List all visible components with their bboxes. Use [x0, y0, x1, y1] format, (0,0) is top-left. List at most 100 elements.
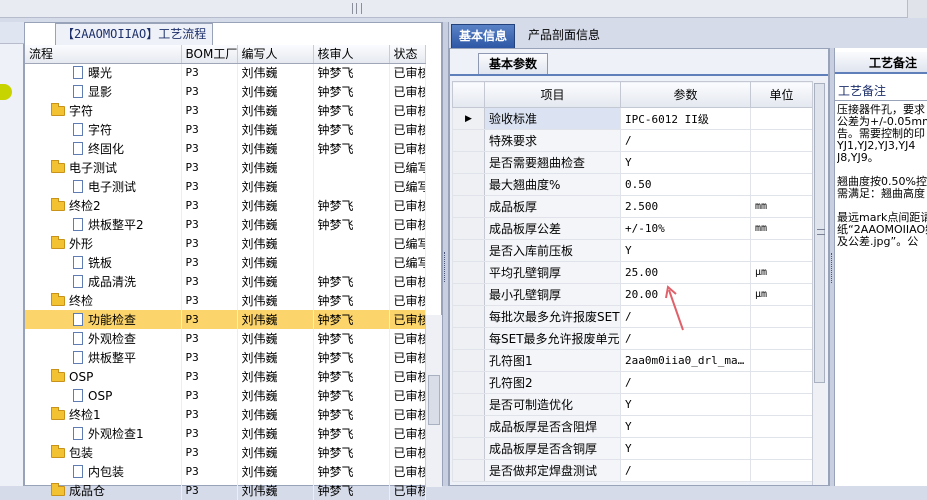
tree-cell-flow[interactable]: 外观检查	[25, 329, 182, 348]
row-indicator[interactable]	[452, 393, 485, 416]
row-indicator[interactable]	[452, 195, 485, 218]
tree-row[interactable]: 内包装 P3刘伟巍钟梦飞已审核	[25, 462, 426, 481]
row-indicator[interactable]	[452, 371, 485, 394]
param-row[interactable]: 成品板厚公差 +/-10% mm	[452, 217, 813, 240]
param-row[interactable]: 孔符图1 2aa0m0iia0_drl_map...	[452, 349, 813, 372]
param-row[interactable]: 是否需要翘曲检查 Y	[452, 151, 813, 174]
params-scrollbar-thumb[interactable]	[814, 83, 825, 383]
row-indicator[interactable]	[452, 349, 485, 372]
tree-cell-flow[interactable]: 电子测试	[25, 158, 182, 177]
tree-row[interactable]: 烘板整平2 P3刘伟巍钟梦飞已审核	[25, 215, 426, 234]
tree-cell-flow[interactable]: OSP	[25, 386, 182, 405]
tree-scrollbar-thumb[interactable]	[428, 375, 440, 425]
row-indicator[interactable]	[452, 239, 485, 262]
param-value-cell[interactable]: /	[620, 371, 751, 394]
param-row[interactable]: 每SET最多允许报废单元 /	[452, 327, 813, 350]
remark-textarea[interactable]: 压接器件孔，要求 公差为+/-0.05mm 告。需要控制的印 YJ1,YJ2,Y…	[837, 104, 927, 248]
left-right-splitter[interactable]	[442, 22, 449, 486]
column-header-status[interactable]: 状态	[389, 45, 426, 64]
tree-row[interactable]: 外形 P3刘伟巍 已编写	[25, 234, 426, 253]
tree-row[interactable]: 终固化 P3刘伟巍钟梦飞已审核	[25, 139, 426, 158]
param-row[interactable]: 成品板厚是否含铜厚 Y	[452, 437, 813, 460]
param-row[interactable]: 成品板厚是否含阻焊 Y	[452, 415, 813, 438]
param-value-cell[interactable]: Y	[620, 393, 751, 416]
tree-row[interactable]: OSP P3刘伟巍钟梦飞已审核	[25, 386, 426, 405]
column-header-item[interactable]: 项目	[484, 81, 621, 108]
row-indicator[interactable]	[452, 437, 485, 460]
row-indicator[interactable]	[452, 151, 485, 174]
column-header-unit[interactable]: 单位	[750, 81, 813, 108]
row-indicator[interactable]	[452, 327, 485, 350]
row-indicator[interactable]	[452, 129, 485, 152]
tree-row[interactable]: 成品清洗 P3刘伟巍钟梦飞已审核	[25, 272, 426, 291]
tree-cell-flow[interactable]: 烘板整平	[25, 348, 182, 367]
param-row[interactable]: 是否入库前压板 Y	[452, 239, 813, 262]
tree-cell-flow[interactable]: 烘板整平2	[25, 215, 182, 234]
tree-cell-flow[interactable]: 包装	[25, 443, 182, 462]
row-indicator[interactable]	[452, 261, 485, 284]
param-value-cell[interactable]: /	[620, 129, 751, 152]
tree-cell-flow[interactable]: 曝光	[25, 63, 182, 82]
tree-cell-flow[interactable]: 终固化	[25, 139, 182, 158]
param-row[interactable]: 特殊要求 /	[452, 129, 813, 152]
param-value-cell[interactable]: 25.00	[620, 261, 751, 284]
tree-row[interactable]: 包装 P3刘伟巍钟梦飞已审核	[25, 443, 426, 462]
tree-row[interactable]: 字符 P3刘伟巍钟梦飞已审核	[25, 101, 426, 120]
tree-row[interactable]: 外观检查1 P3刘伟巍钟梦飞已审核	[25, 424, 426, 443]
tab-product-profile[interactable]: 产品剖面信息	[521, 24, 607, 48]
tree-cell-flow[interactable]: 铣板	[25, 253, 182, 272]
tree-row[interactable]: 铣板 P3刘伟巍 已编写	[25, 253, 426, 272]
param-row[interactable]: 每批次最多允许报废SET /	[452, 305, 813, 328]
tree-cell-flow[interactable]: 显影	[25, 82, 182, 101]
tree-row[interactable]: 成品仓 P3刘伟巍钟梦飞已审核	[25, 481, 426, 500]
row-indicator[interactable]	[452, 305, 485, 328]
param-row[interactable]: 成品板厚 2.500 mm	[452, 195, 813, 218]
process-flow-tab[interactable]: 【2AAOMOIIAO】工艺流程	[55, 23, 214, 45]
param-value-cell[interactable]: +/-10%	[620, 217, 751, 240]
column-header-writer[interactable]: 编写人	[237, 45, 314, 64]
param-value-cell[interactable]: 0.50	[620, 173, 751, 196]
param-row[interactable]: 最大翘曲度% 0.50	[452, 173, 813, 196]
tree-row[interactable]: OSP P3刘伟巍钟梦飞已审核	[25, 367, 426, 386]
param-value-cell[interactable]: Y	[620, 239, 751, 262]
param-row[interactable]: 是否可制造优化 Y	[452, 393, 813, 416]
row-indicator[interactable]	[452, 217, 485, 240]
param-value-cell[interactable]: /	[620, 459, 751, 482]
param-value-cell[interactable]: Y	[620, 415, 751, 438]
tree-cell-flow[interactable]: 外观检查1	[25, 424, 182, 443]
row-indicator[interactable]	[452, 173, 485, 196]
tree-cell-flow[interactable]: 电子测试	[25, 177, 182, 196]
splitter-handle-icon[interactable]	[444, 252, 447, 282]
column-header-bom[interactable]: BOM工厂	[181, 45, 238, 64]
column-header-flow[interactable]: 流程	[25, 45, 182, 64]
splitter-grip-icon[interactable]	[352, 3, 362, 14]
tree-row[interactable]: 功能检查 P3刘伟巍钟梦飞已审核	[25, 310, 426, 329]
tree-row[interactable]: 终检1 P3刘伟巍钟梦飞已审核	[25, 405, 426, 424]
row-indicator[interactable]: ▶	[452, 107, 485, 130]
tree-row[interactable]: 终检2 P3刘伟巍钟梦飞已审核	[25, 196, 426, 215]
param-value-cell[interactable]: Y	[620, 151, 751, 174]
param-value-cell[interactable]: 2.500	[620, 195, 751, 218]
tree-row[interactable]: 烘板整平 P3刘伟巍钟梦飞已审核	[25, 348, 426, 367]
row-indicator[interactable]	[452, 415, 485, 438]
param-value-cell[interactable]: Y	[620, 437, 751, 460]
tree-row[interactable]: 电子测试 P3刘伟巍 已编写	[25, 158, 426, 177]
tree-cell-flow[interactable]: 终检1	[25, 405, 182, 424]
tree-cell-flow[interactable]: 功能检查	[25, 310, 182, 329]
remark-panel-title[interactable]: 工艺备注	[835, 52, 927, 74]
tree-cell-flow[interactable]: OSP	[25, 367, 182, 386]
subtab-basic-params[interactable]: 基本参数	[478, 53, 549, 75]
params-scrollbar[interactable]	[812, 81, 826, 485]
param-row[interactable]: ▶ 验收标准 IPC-6012 II级	[452, 107, 813, 130]
param-row[interactable]: 孔符图2/	[452, 371, 813, 394]
tree-cell-flow[interactable]: 成品仓	[25, 481, 182, 500]
param-row[interactable]: 是否做邦定焊盘测试 /	[452, 459, 813, 482]
tree-row[interactable]: 外观检查 P3刘伟巍钟梦飞已审核	[25, 329, 426, 348]
tree-row[interactable]: 显影 P3刘伟巍钟梦飞已审核	[25, 82, 426, 101]
param-row[interactable]: 平均孔壁铜厚 25.00 μm	[452, 261, 813, 284]
row-indicator[interactable]	[452, 283, 485, 306]
tree-cell-flow[interactable]: 成品清洗	[25, 272, 182, 291]
splitter2-handle-icon[interactable]	[831, 253, 833, 283]
param-row[interactable]: 最小孔壁铜厚 20.00 μm	[452, 283, 813, 306]
column-header-param[interactable]: 参数	[620, 81, 751, 108]
